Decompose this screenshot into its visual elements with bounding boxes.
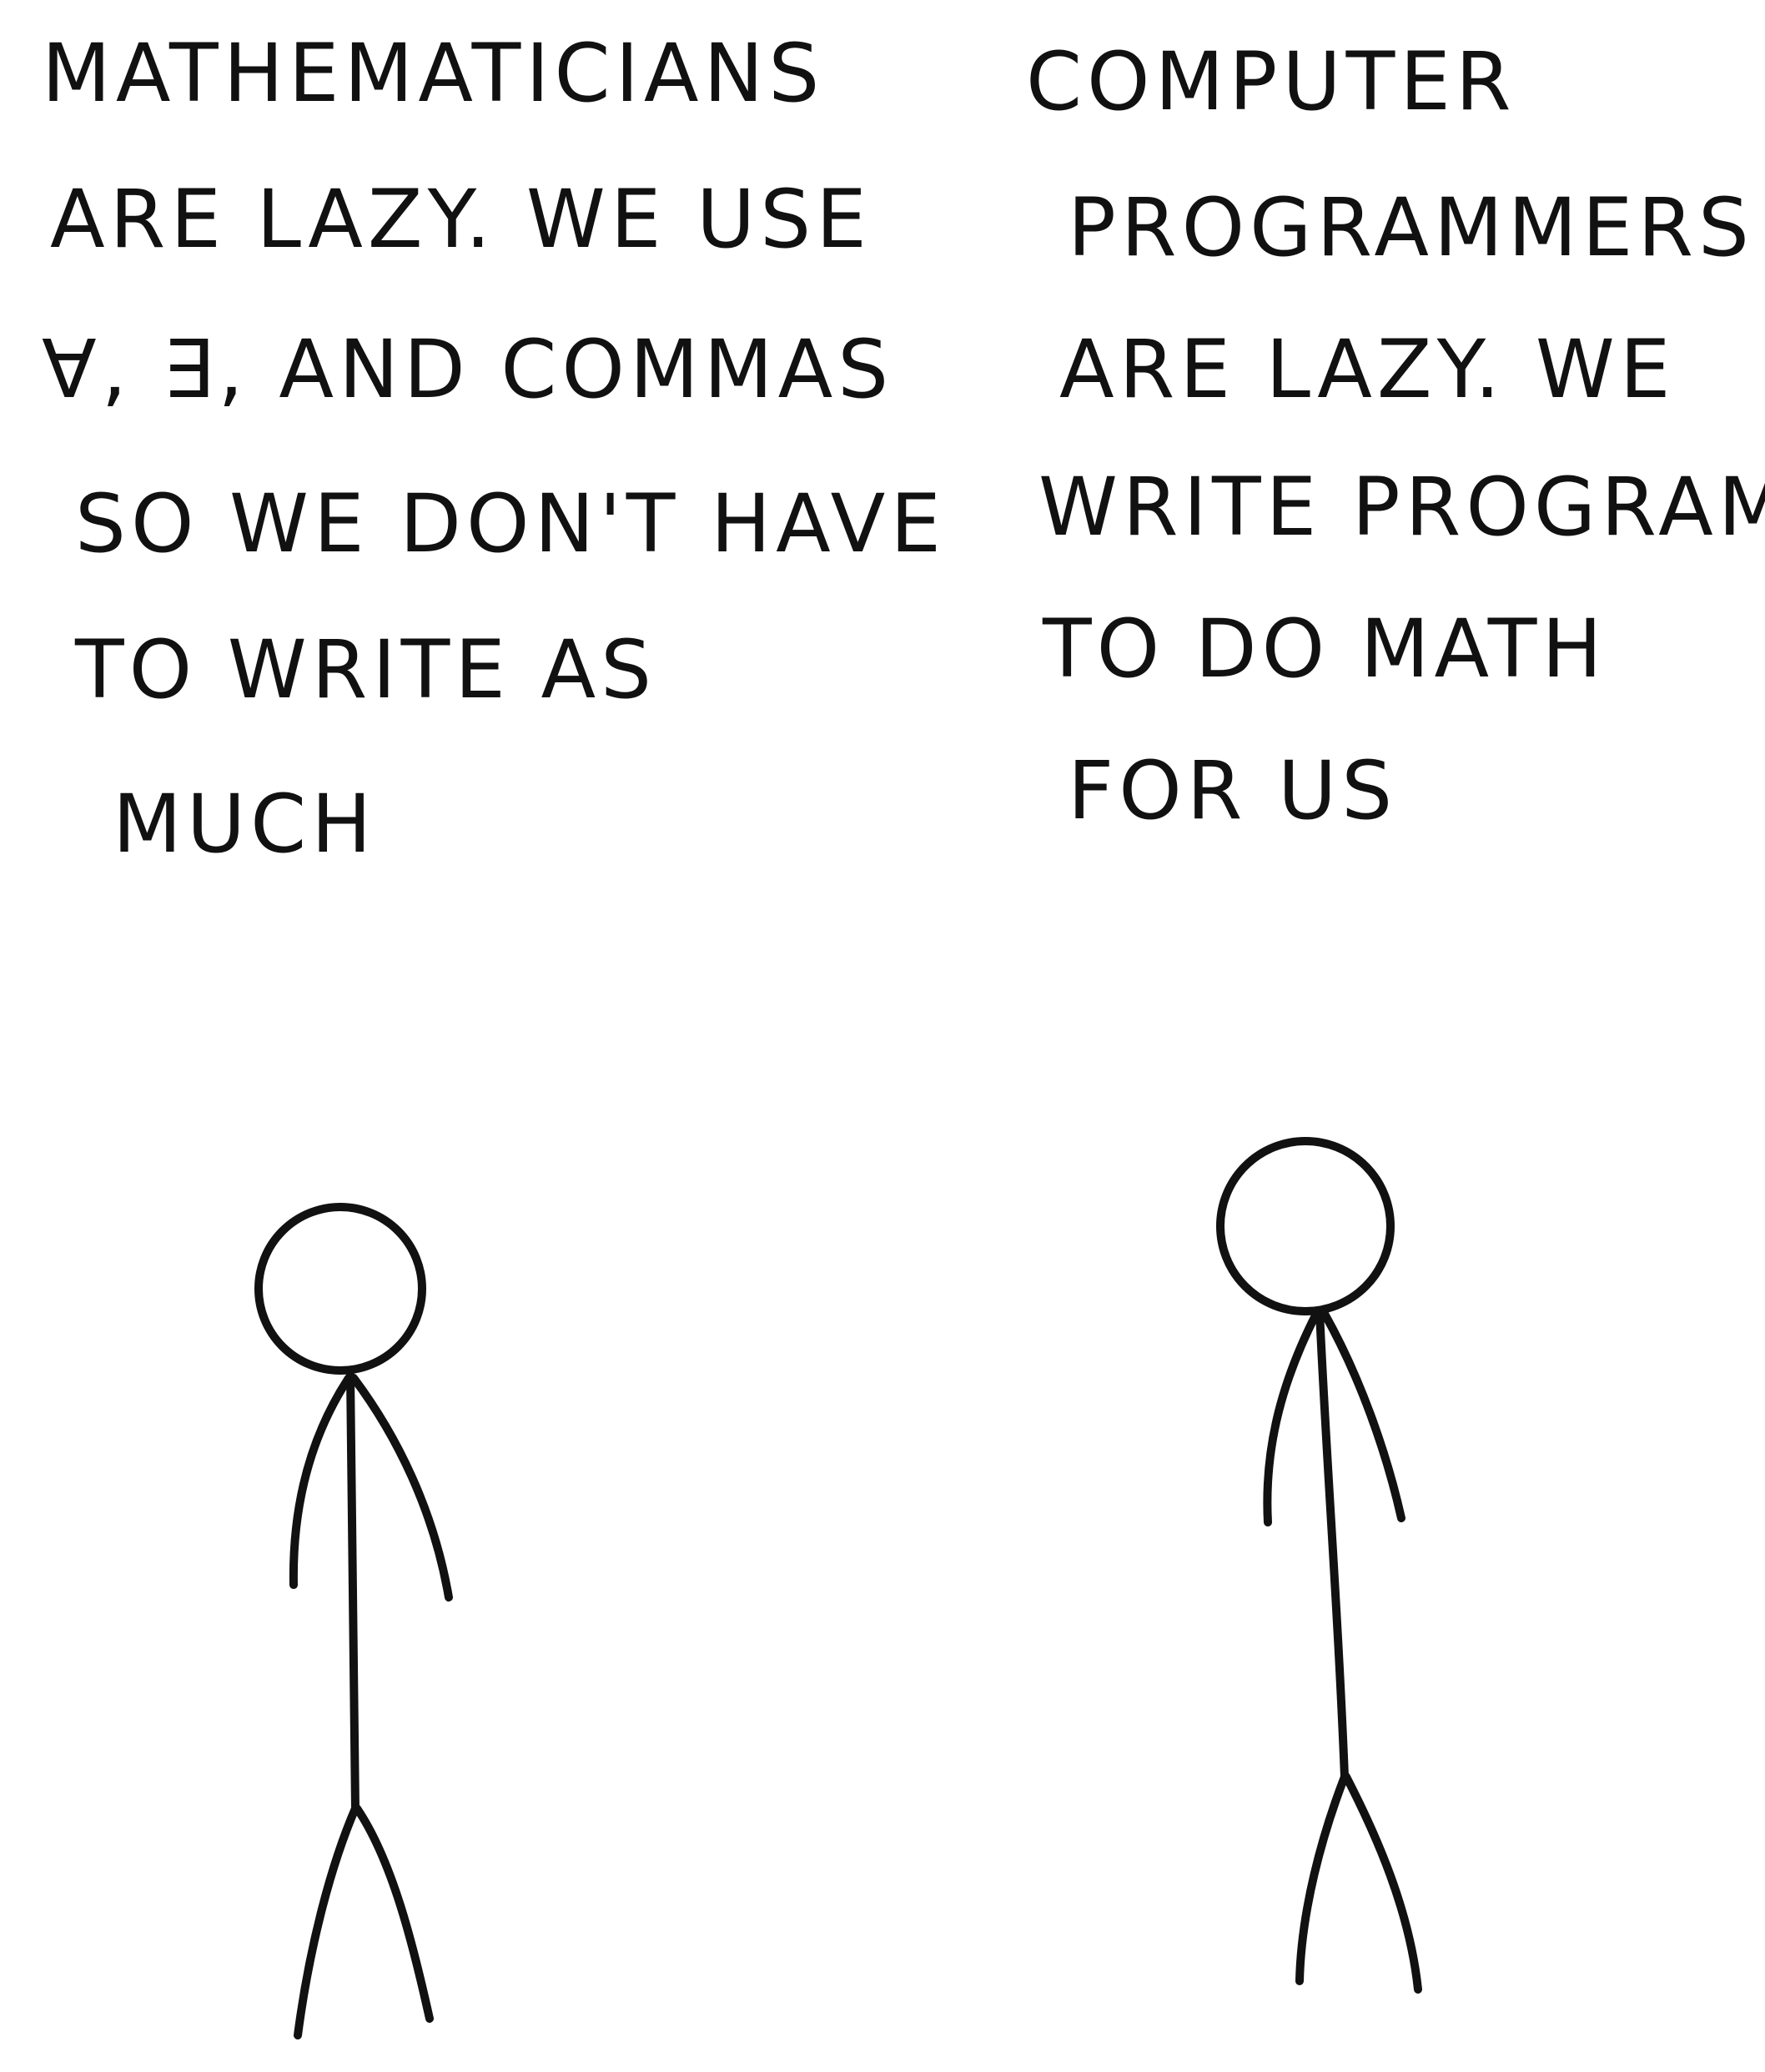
programmer-caption-line-2: PROGRAMMERS <box>1068 181 1754 274</box>
stick-figures-layer <box>0 0 1765 2072</box>
programmer-stick-figure <box>1216 1137 1422 1994</box>
stick-figures-drawing <box>254 1137 1422 2039</box>
mathematician-caption-line-3: ∀, ∃, AND COMMAS <box>42 323 894 416</box>
programmer-head <box>1216 1137 1395 1315</box>
programmer-caption-line-3: ARE LAZY. WE <box>1059 323 1676 416</box>
mathematician-caption-line-2: ARE LAZY. WE USE <box>50 173 872 266</box>
programmer-left-leg <box>1295 1773 1349 1985</box>
programmer-caption-line-5: TO DO MATH <box>1043 602 1607 696</box>
programmer-right-arm <box>1320 1310 1405 1522</box>
mathematician-caption-line-4: SO WE DON'T HAVE <box>75 477 946 571</box>
mathematician-caption-line-1: MATHEMATICIANS <box>42 27 825 120</box>
programmer-caption-line-4: WRITE PROGRAMS <box>1038 460 1765 554</box>
mathematician-body <box>346 1370 360 1814</box>
mathematician-stick-figure <box>254 1203 453 2039</box>
mathematician-right-leg <box>353 1804 434 2023</box>
mathematician-right-arm <box>349 1374 453 1602</box>
mathematician-caption-line-6: MUCH <box>113 777 377 871</box>
comic-panel: MATHEMATICIANS ARE LAZY. WE USE ∀, ∃, AN… <box>0 0 1765 2072</box>
mathematician-caption-line-5: TO WRITE AS <box>75 623 657 717</box>
programmer-caption-line-1: COMPUTER <box>1026 35 1516 128</box>
mathematician-left-arm <box>289 1374 353 1589</box>
mathematician-left-leg <box>294 1804 360 2039</box>
mathematician-head <box>254 1203 426 1375</box>
programmer-left-arm <box>1263 1310 1320 1526</box>
programmer-caption-line-6: FOR US <box>1068 744 1398 837</box>
programmer-body <box>1315 1307 1349 1781</box>
programmer-right-leg <box>1342 1773 1422 1994</box>
